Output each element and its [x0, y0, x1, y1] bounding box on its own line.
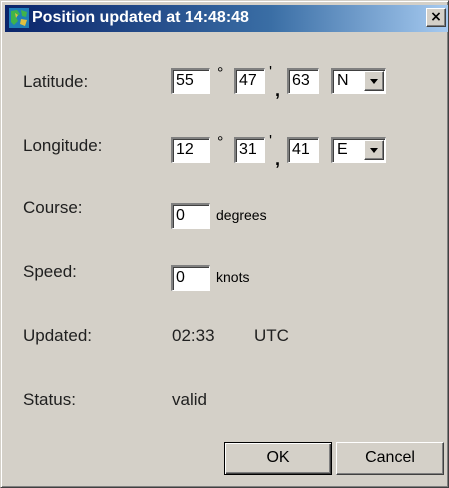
latitude-degrees-input[interactable]: 55: [171, 68, 210, 94]
latitude-label: Latitude:: [23, 72, 89, 91]
speed-label: Speed:: [23, 262, 77, 281]
latitude-separator: ,: [275, 80, 281, 100]
close-button[interactable]: ×: [426, 8, 446, 27]
longitude-degrees-input[interactable]: 12: [171, 137, 210, 163]
longitude-degree-symbol: °: [217, 134, 224, 151]
updated-time: 02:33: [172, 326, 215, 345]
longitude-minutes-input[interactable]: 31: [234, 137, 265, 163]
position-dialog: Position updated at 14:48:48 × Latitude:…: [0, 0, 449, 488]
longitude-seconds-input[interactable]: 41: [287, 137, 319, 163]
longitude-hemisphere-value: E: [337, 141, 348, 158]
close-icon: ×: [430, 9, 442, 25]
map-globe-icon: [9, 8, 29, 28]
chevron-down-icon[interactable]: [364, 140, 384, 160]
longitude-separator: ,: [275, 149, 281, 169]
speed-unit: knots: [216, 269, 250, 285]
course-unit: degrees: [216, 207, 267, 223]
cancel-button[interactable]: Cancel: [336, 442, 444, 475]
status-label: Status:: [23, 390, 76, 409]
latitude-seconds-input[interactable]: 63: [287, 68, 319, 94]
updated-timezone: UTC: [254, 326, 289, 345]
latitude-degree-symbol: °: [217, 65, 224, 82]
longitude-label: Longitude:: [23, 136, 103, 155]
title-bar[interactable]: Position updated at 14:48:48 ×: [5, 5, 448, 32]
latitude-minute-symbol: ': [269, 64, 273, 81]
longitude-minute-symbol: ': [269, 133, 273, 150]
updated-label: Updated:: [23, 326, 92, 345]
course-input[interactable]: 0: [171, 203, 210, 229]
speed-input[interactable]: 0: [171, 265, 210, 291]
latitude-hemisphere-select[interactable]: N: [331, 68, 386, 94]
course-label: Course:: [23, 198, 83, 217]
latitude-hemisphere-value: N: [337, 72, 349, 89]
ok-button[interactable]: OK: [224, 442, 332, 475]
chevron-down-icon[interactable]: [364, 71, 384, 91]
latitude-minutes-input[interactable]: 47: [234, 68, 265, 94]
longitude-hemisphere-select[interactable]: E: [331, 137, 386, 163]
window-title: Position updated at 14:48:48: [32, 9, 249, 26]
status-value: valid: [172, 390, 207, 409]
